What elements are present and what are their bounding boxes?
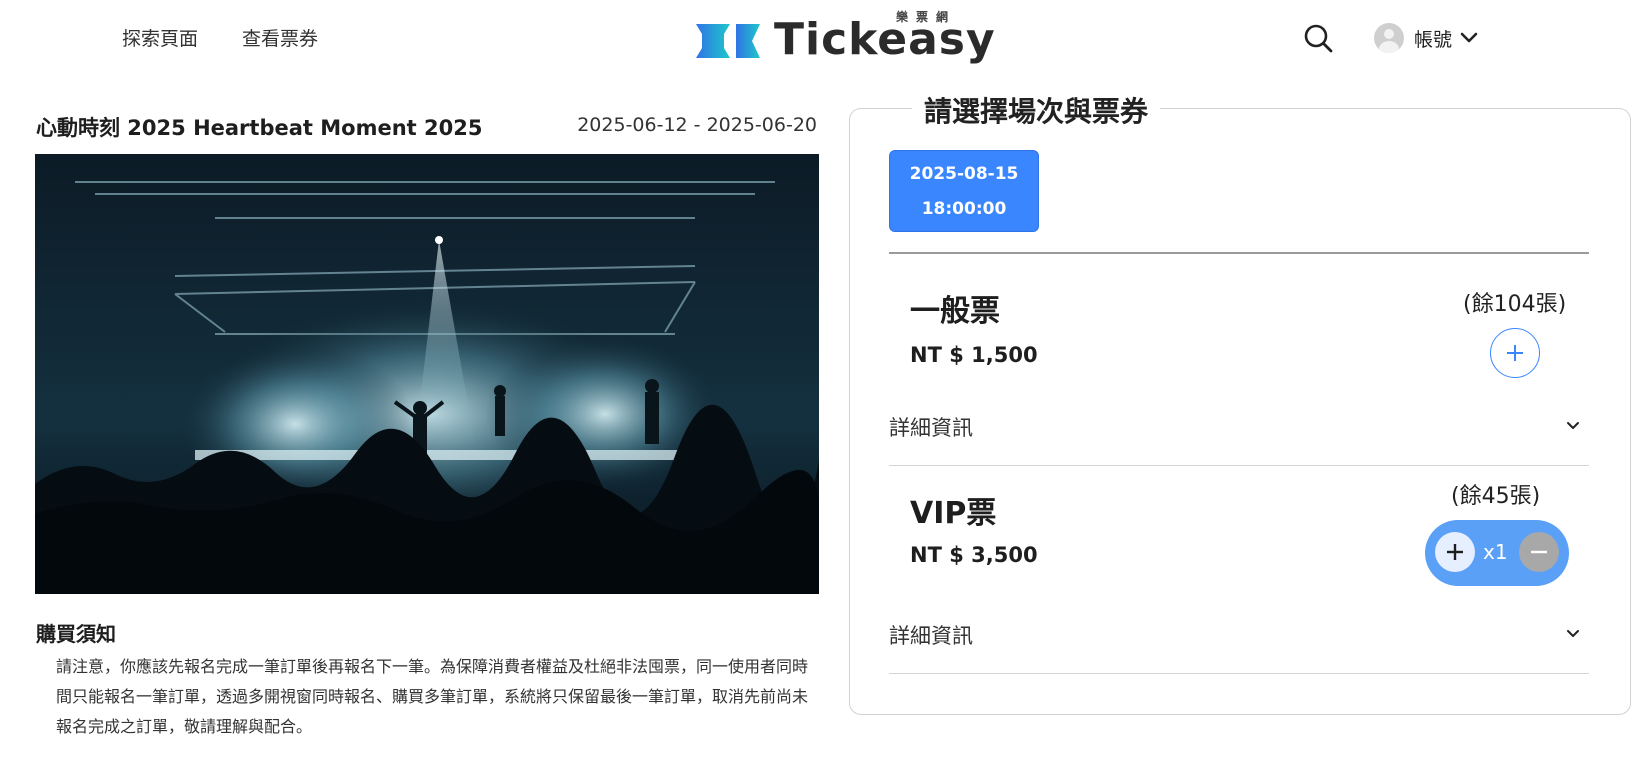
event-dates: 2025-06-12 - 2025-06-20 [577, 114, 817, 136]
session-date: 2025-08-15 [909, 164, 1019, 184]
ticket-name-general: 一般票 [910, 294, 1000, 329]
panel-title: 請選擇場次與票券 [912, 90, 1161, 130]
search-icon[interactable] [1303, 23, 1333, 53]
concert-stage-image [35, 154, 819, 594]
ticket-remaining-general: (餘104張) [1463, 292, 1567, 317]
details-toggle-general[interactable]: 詳細資訊 [889, 406, 1589, 446]
details-label: 詳細資訊 [889, 416, 973, 440]
ticket-price-general: NT $ 1,500 [910, 343, 1038, 367]
nav-view-tickets[interactable]: 查看票券 [242, 24, 318, 51]
ticket-price-vip: NT $ 3,500 [910, 543, 1038, 567]
event-title: 心動時刻 2025 Heartbeat Moment 2025 [36, 116, 483, 140]
chevron-down-icon [1460, 32, 1478, 43]
quantity-value: x1 [1483, 540, 1508, 564]
logo-text: Tickeasy [774, 14, 996, 65]
avatar [1374, 23, 1404, 53]
chevron-down-icon [1567, 630, 1579, 637]
session-time: 18:00:00 [921, 199, 1007, 219]
account-label: 帳號 [1414, 28, 1453, 51]
plus-icon [1447, 544, 1463, 560]
tickeasy-logo[interactable]: 樂票網 Tickeasy [694, 10, 995, 70]
chevron-down-icon [1567, 422, 1579, 429]
increase-quantity-button[interactable] [1435, 532, 1475, 572]
session-button[interactable]: 2025-08-15 18:00:00 [889, 150, 1039, 232]
divider [889, 673, 1589, 674]
nav-explore[interactable]: 探索頁面 [122, 24, 198, 51]
plus-icon [1506, 344, 1523, 361]
logo-mark-icon [696, 24, 760, 58]
divider [889, 252, 1589, 254]
quantity-stepper: x1 [1425, 520, 1569, 586]
details-label: 詳細資訊 [889, 624, 973, 648]
minus-icon [1531, 550, 1547, 554]
add-general-ticket-button[interactable] [1490, 328, 1540, 378]
purchase-notice-title: 購買須知 [36, 622, 116, 646]
purchase-notice-body: 請注意，你應該先報名完成一筆訂單後再報名下一筆。為保障消費者權益及杜絕非法囤票，… [56, 657, 809, 736]
decrease-quantity-button[interactable] [1519, 532, 1559, 572]
details-toggle-vip[interactable]: 詳細資訊 [889, 614, 1589, 654]
account-menu[interactable]: 帳號 [1374, 22, 1478, 54]
ticket-remaining-vip: (餘45張) [1451, 484, 1541, 509]
divider [889, 465, 1589, 466]
ticket-name-vip: VIP票 [910, 496, 997, 531]
